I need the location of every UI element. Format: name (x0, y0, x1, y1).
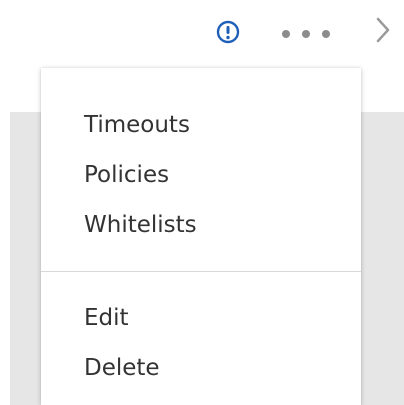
chevron-right-icon[interactable] (374, 16, 392, 44)
more-horizontal-icon[interactable] (278, 24, 334, 44)
menu-divider (41, 271, 361, 272)
actions-dropdown-menu: Timeouts Policies Whitelists Edit Delete (41, 68, 361, 405)
menu-item-whitelists[interactable]: Whitelists (84, 211, 197, 239)
toolbar (0, 0, 404, 64)
menu-item-delete[interactable]: Delete (84, 354, 160, 382)
menu-item-policies[interactable]: Policies (84, 161, 169, 189)
menu-item-timeouts[interactable]: Timeouts (84, 111, 190, 139)
exclamation-circle-icon[interactable] (216, 20, 240, 44)
menu-item-edit[interactable]: Edit (84, 304, 129, 332)
